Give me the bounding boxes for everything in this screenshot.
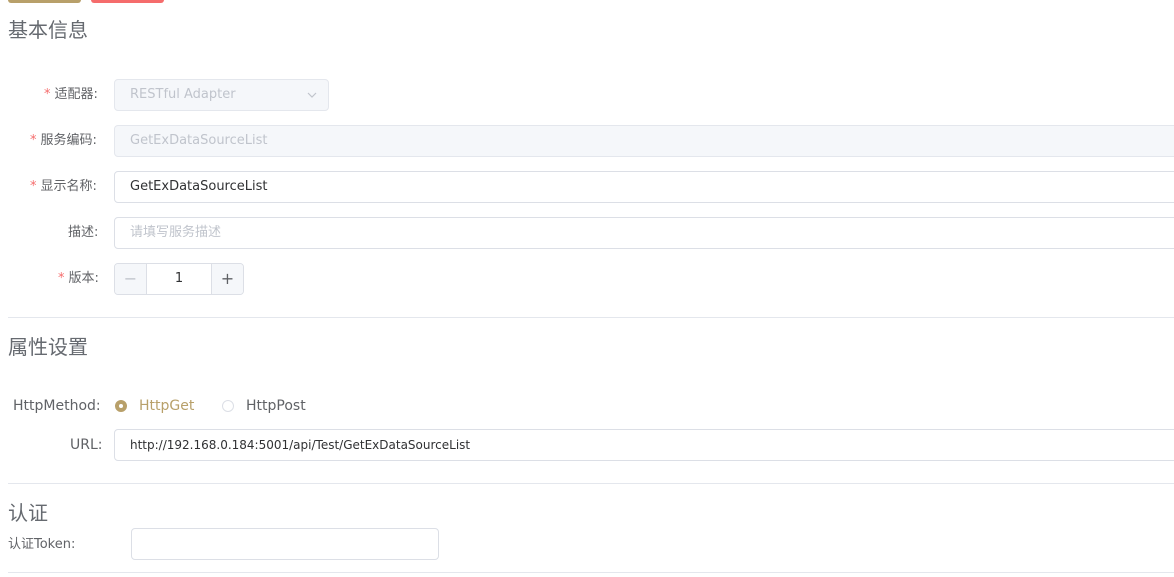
url-label: URL: (70, 437, 103, 453)
adapter-label: * 适配器: (44, 87, 98, 102)
chevron-down-icon (307, 92, 317, 98)
version-stepper[interactable]: − 1 + (114, 263, 244, 295)
required-mark: * (30, 179, 37, 194)
radio-checked-icon (115, 400, 127, 412)
section-divider (8, 483, 1174, 484)
required-mark: * (58, 271, 65, 286)
section-divider (8, 572, 1174, 573)
service-code-label: * 服务编码: (30, 133, 97, 148)
version-value[interactable]: 1 (147, 264, 211, 294)
top-danger-button[interactable] (91, 0, 164, 3)
required-mark: * (44, 87, 51, 102)
version-label: * 版本: (58, 271, 99, 286)
http-method-label: HttpMethod: (13, 398, 101, 414)
adapter-select-value: RESTful Adapter (130, 87, 236, 102)
section-title-auth: 认证 (8, 501, 48, 525)
description-input[interactable]: 请填写服务描述 (114, 217, 1174, 249)
display-name-label: * 显示名称: (30, 179, 97, 194)
radio-unchecked-icon (222, 400, 234, 412)
description-label: 描述: (68, 225, 99, 240)
service-code-input[interactable]: GetExDataSourceList (114, 125, 1174, 157)
auth-token-input[interactable] (131, 528, 439, 560)
top-primary-button[interactable] (8, 0, 81, 3)
section-title-properties: 属性设置 (8, 335, 88, 359)
decrement-button[interactable]: − (115, 264, 147, 294)
increment-button[interactable]: + (211, 264, 243, 294)
required-mark: * (30, 133, 37, 148)
url-input[interactable]: http://192.168.0.184:5001/api/Test/GetEx… (114, 429, 1174, 461)
radio-httpget[interactable]: HttpGet (115, 398, 194, 414)
auth-token-label: 认证Token: (8, 537, 76, 552)
section-divider (8, 317, 1174, 318)
service-edit-page: 基本信息 * 适配器: RESTful Adapter * 服务编码: GetExD… (0, 0, 1174, 577)
section-title-basic: 基本信息 (8, 18, 88, 42)
adapter-select[interactable]: RESTful Adapter (114, 79, 329, 111)
radio-httppost[interactable]: HttpPost (222, 398, 306, 414)
display-name-input[interactable]: GetExDataSourceList (114, 171, 1174, 203)
